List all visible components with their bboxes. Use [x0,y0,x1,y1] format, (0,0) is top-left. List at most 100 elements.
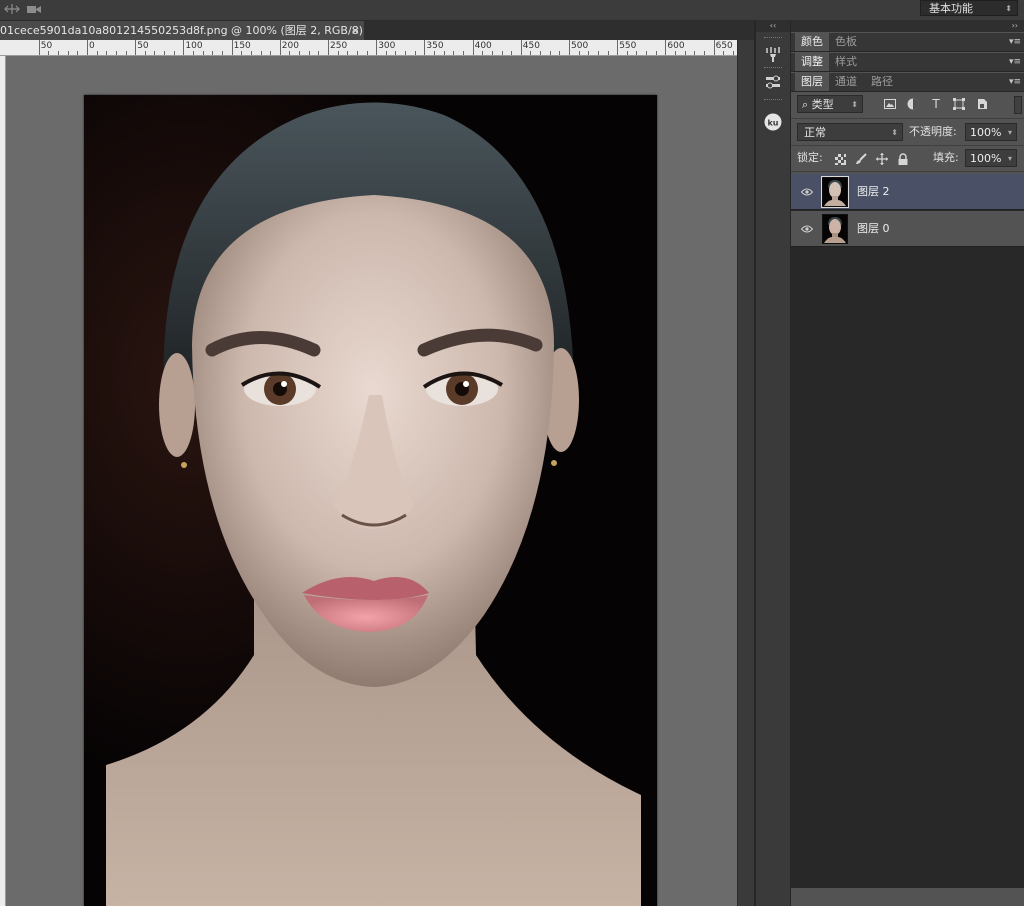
ruler-minor-tick [607,51,609,55]
ruler-minor-tick [597,51,599,55]
tab-adjustments[interactable]: 调整 [795,53,829,71]
lock-position-icon[interactable] [876,153,888,165]
ruler-label: 500 [571,41,589,51]
adjust-panel-tabs: 调整 样式 ▾≡ [791,53,1024,72]
chevron-updown-icon: ⬍ [891,128,898,137]
filter-toggle[interactable] [1014,96,1022,114]
image-filter-icon[interactable] [883,97,897,111]
ruler-label: 150 [233,41,251,51]
document-tab[interactable]: 01cece5901da10a801214550253d8f.png @ 100… [0,21,364,40]
ruler-minor-tick [549,51,551,55]
ruler-tick [424,40,426,55]
ruler-minor-tick [626,51,628,55]
ruler-minor-tick [655,51,657,55]
horizontal-ruler[interactable]: 50 0 50 100 150 200 250 300 350 400 450 500 550 600 65… [0,40,737,56]
ruler-label: 650 [715,41,733,51]
type-filter-icon[interactable]: T [929,97,943,111]
ruler-minor-tick [723,51,725,55]
divider [791,171,1024,172]
ruler-minor-tick [299,51,301,55]
workspace-label: 基本功能 [929,2,973,15]
tab-swatches[interactable]: 色板 [829,33,863,51]
ruler-minor-tick [501,51,503,55]
ruler-minor-tick [212,51,214,55]
ruler-label: 450 [522,41,540,51]
fill-label: 填充: [933,151,959,164]
layer-row[interactable]: 图层 0 [791,211,1024,247]
chevron-down-icon: ▾ [1007,154,1012,163]
tool-presets-icon[interactable] [763,72,783,92]
ruler-minor-tick [67,51,69,55]
fill-input[interactable]: 100% ▾ [965,149,1017,167]
portrait-image[interactable] [84,95,657,906]
ruler-minor-tick [337,51,339,55]
ruler-minor-tick [289,51,291,55]
panel-menu-icon[interactable]: ▾≡ [1009,73,1021,91]
layer-filter-select[interactable]: ⌕ 类型 ⬍ [797,95,863,113]
eye-icon[interactable] [800,222,814,236]
tab-channels[interactable]: 通道 [829,73,863,91]
ruler-tick [569,40,570,55]
search-icon: ⌕ [802,98,812,111]
layer-name[interactable]: 图层 0 [857,211,890,247]
ruler-minor-tick [318,51,320,55]
ruler-label: 300 [378,41,396,51]
ruler-minor-tick [48,51,50,55]
dock-grip[interactable] [764,37,782,40]
opacity-label: 不透明度: [909,125,957,138]
color-panel-tabs: 颜色 色板 ▾≡ [791,33,1024,52]
ruler-minor-tick [58,51,60,55]
ruler-minor-tick [347,51,349,55]
panel-menu-icon[interactable]: ▾≡ [1009,53,1021,71]
ruler-minor-tick [395,51,397,55]
lock-all-icon[interactable] [897,153,909,165]
ruler-tick [472,40,474,55]
lock-transparent-icon[interactable] [834,153,846,165]
ruler-label: 550 [619,41,637,51]
canvas-area[interactable] [6,56,737,906]
opacity-value: 100% [970,126,1002,139]
panel-icon-dock: ‹‹ ku [756,20,791,906]
collapse-right-icon[interactable]: ›› [791,20,1024,32]
canvas-scrollbar[interactable] [737,40,754,906]
ruler-minor-tick [356,51,358,55]
tab-paths[interactable]: 路径 [865,73,899,91]
ruler-minor-tick [221,51,223,55]
lock-image-icon[interactable] [855,153,867,165]
tab-color[interactable]: 颜色 [795,33,829,51]
ruler-minor-tick [77,51,79,55]
filter-label: 类型 [811,98,834,111]
video-camera-icon[interactable] [26,2,42,16]
dock-grip[interactable] [764,99,782,102]
ruler-minor-tick [443,51,445,55]
ruler-minor-tick [491,51,493,55]
dock-grip[interactable] [764,67,782,70]
tab-styles[interactable]: 样式 [829,53,863,71]
auto-align-icon[interactable] [4,2,20,16]
eye-icon[interactable] [800,185,814,199]
ruler-minor-tick [250,51,252,55]
close-icon[interactable]: × [351,21,360,40]
ruler-minor-tick [675,51,677,55]
ku-cloud-icon[interactable]: ku [763,112,783,132]
workspace-switcher[interactable]: 基本功能 ⬍ [920,0,1018,16]
ruler-tick [520,40,522,55]
ruler-label: 350 [426,41,444,51]
layers-panel-tabs: 图层 通道 路径 ▾≡ [791,73,1024,92]
brush-presets-icon[interactable] [763,44,783,64]
layer-name[interactable]: 图层 2 [857,174,890,210]
ruler-minor-tick [434,51,436,55]
ruler-minor-tick [193,51,195,55]
layer-row[interactable]: 图层 2 [791,174,1024,210]
opacity-input[interactable]: 100% ▾ [965,123,1017,141]
shape-filter-icon[interactable] [952,97,966,111]
smart-object-filter-icon[interactable] [975,97,989,111]
blend-mode-value: 正常 [804,126,826,139]
right-panel-dock: ›› 颜色 色板 ▾≡ 调整 样式 ▾≡ 图层 通道 路径 ▾≡ ⌕ 类型 ⬍ … [791,20,1024,906]
adjustment-filter-icon[interactable] [906,97,920,111]
tab-layers[interactable]: 图层 [795,73,829,91]
blend-mode-select[interactable]: 正常 ⬍ [797,123,903,141]
panel-menu-icon[interactable]: ▾≡ [1009,33,1021,51]
collapse-left-icon[interactable]: ‹‹ [756,20,790,32]
ruler-minor-tick [732,51,734,55]
